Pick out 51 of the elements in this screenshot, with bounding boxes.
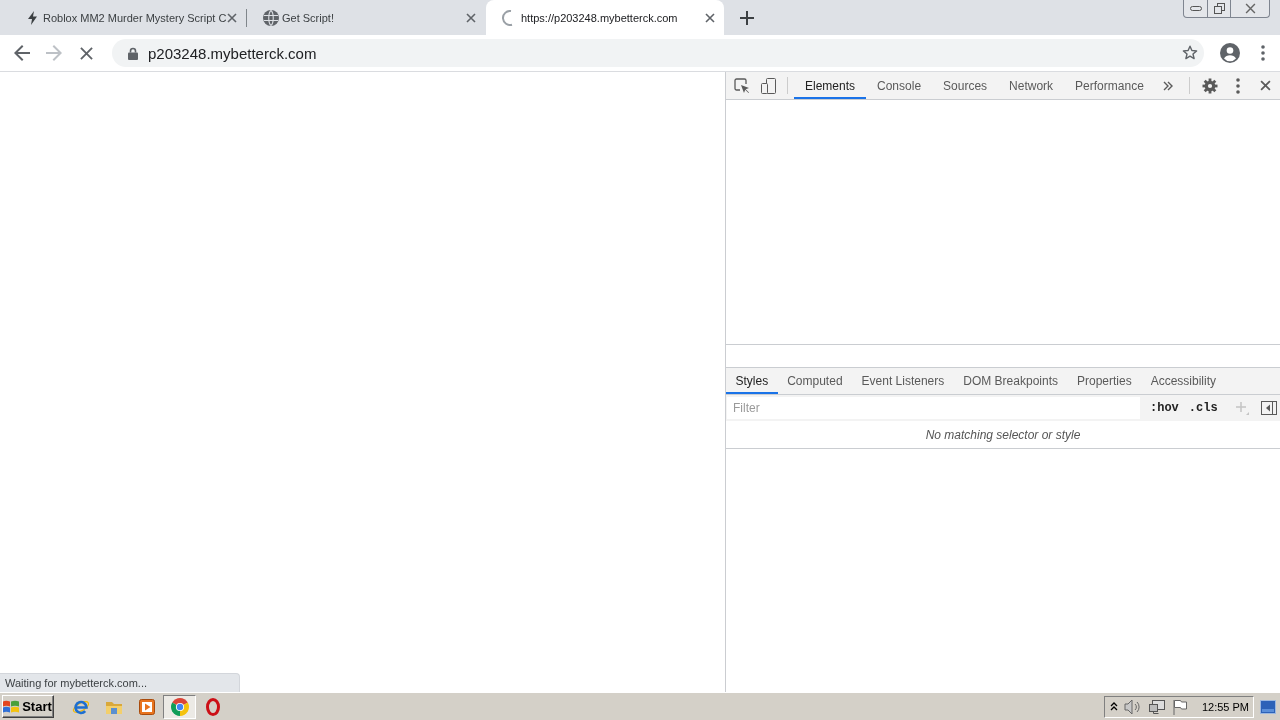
waving-flag-icon[interactable] bbox=[2, 698, 21, 715]
menu-icon[interactable] bbox=[1261, 45, 1265, 61]
desktop-icon[interactable] bbox=[1260, 699, 1276, 714]
devtools-tab[interactable]: Sources bbox=[932, 72, 999, 99]
speaker-icon[interactable] bbox=[1123, 698, 1142, 715]
browser-tab[interactable]: Get Script! bbox=[247, 0, 485, 35]
restore-icon[interactable] bbox=[1213, 3, 1225, 14]
devtools-tab[interactable]: Elements bbox=[794, 72, 867, 99]
browser-tab[interactable]: Roblox MM2 Murder Mystery Script C bbox=[8, 0, 246, 35]
inspect-icon[interactable] bbox=[734, 77, 750, 94]
sidebar-tab[interactable]: Accessibility bbox=[1141, 368, 1226, 394]
browser-tab[interactable]: https://p203248.mybetterck.com bbox=[486, 0, 724, 35]
devtools-tab[interactable]: Performance bbox=[1064, 72, 1155, 99]
network-icon[interactable] bbox=[1147, 698, 1166, 715]
filter-field[interactable]: Filter bbox=[727, 397, 1140, 419]
sidebar-tab[interactable]: Event Listeners bbox=[852, 368, 954, 394]
toggle-button[interactable]: :hov bbox=[1150, 397, 1179, 419]
status-bubble: Waiting for mybetterck.com... bbox=[0, 673, 240, 692]
chevron-up-icon[interactable] bbox=[1109, 702, 1118, 711]
plus-icon[interactable] bbox=[740, 10, 754, 25]
taskbar-button[interactable] bbox=[163, 694, 196, 719]
lock-icon bbox=[128, 46, 138, 60]
double-chevron-icon[interactable] bbox=[1162, 80, 1173, 91]
devices-icon[interactable] bbox=[760, 77, 776, 94]
sidebar-tab[interactable]: Computed bbox=[777, 368, 853, 394]
sidebar-tab[interactable]: Properties bbox=[1067, 368, 1142, 394]
url-text: p203248.mybetterck.com bbox=[148, 44, 317, 62]
circle-logo-icon[interactable] bbox=[170, 697, 189, 716]
lightning-icon bbox=[27, 10, 37, 25]
minimize-icon[interactable] bbox=[1189, 6, 1202, 11]
clock[interactable]: 12:55 PM bbox=[1201, 700, 1249, 713]
restore-button[interactable] bbox=[1208, 0, 1231, 18]
stop-icon[interactable] bbox=[79, 46, 93, 60]
close-button[interactable] bbox=[1231, 0, 1270, 18]
back-arrow-icon[interactable] bbox=[14, 45, 30, 61]
toggle-button[interactable]: .cls bbox=[1188, 397, 1218, 419]
settings-icon[interactable] bbox=[1201, 77, 1218, 94]
devtools-tab[interactable]: Console bbox=[866, 72, 933, 99]
flag-icon[interactable] bbox=[1171, 698, 1188, 715]
ring-logo-icon[interactable] bbox=[205, 697, 220, 716]
devtools-tab[interactable]: Network bbox=[998, 72, 1065, 99]
close-icon[interactable] bbox=[1244, 3, 1256, 14]
play-icon[interactable] bbox=[138, 698, 155, 715]
close-icon[interactable] bbox=[1260, 80, 1272, 91]
sidebar-tab[interactable]: DOM Breakpoints bbox=[953, 368, 1068, 394]
globe-icon bbox=[263, 9, 279, 26]
menu-icon[interactable] bbox=[1235, 77, 1240, 94]
address-bar[interactable]: p203248.mybetterck.com bbox=[112, 39, 1204, 67]
minimize-button[interactable] bbox=[1183, 0, 1208, 18]
empty-message: No matching selector or style bbox=[925, 427, 1081, 442]
start-button[interactable]: Start bbox=[2, 695, 54, 718]
